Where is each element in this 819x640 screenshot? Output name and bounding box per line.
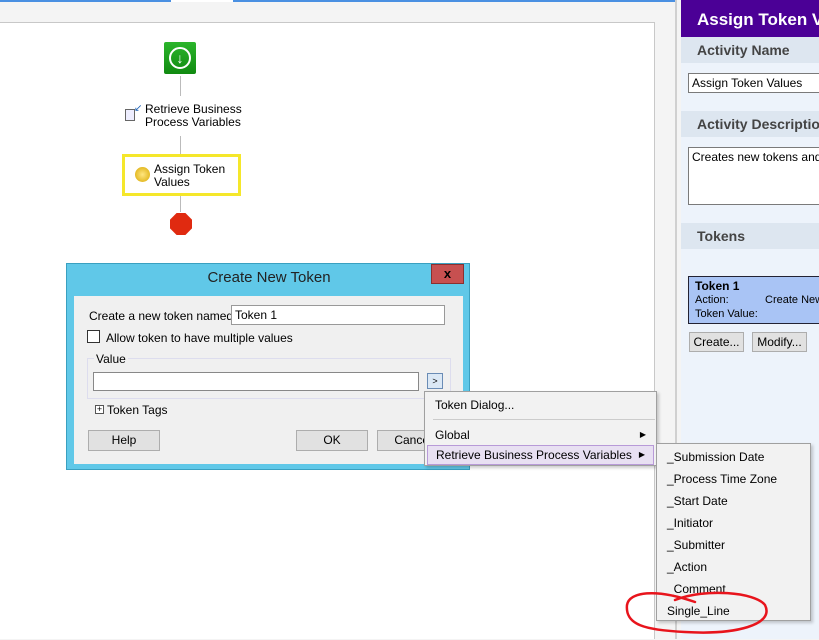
connector — [180, 136, 181, 154]
submenu-item[interactable]: _Submitter — [667, 538, 725, 552]
connector — [180, 76, 181, 96]
ok-button[interactable]: OK — [296, 430, 368, 451]
activity-description-input[interactable]: Creates new tokens and updates existing … — [688, 147, 819, 205]
menu-item-retrieve-variables[interactable]: Retrieve Business Process Variables ▶ — [427, 445, 654, 465]
value-group-label: Value — [94, 352, 128, 366]
node-assign-label: Assign Token Values — [154, 162, 226, 189]
activity-name-input[interactable]: Assign Token Values — [688, 73, 819, 93]
tab-strip — [0, 0, 675, 2]
token-action-label: Action: — [695, 294, 729, 306]
token-list-item[interactable]: Token 1 Action: Create New Token Value: — [688, 276, 819, 324]
menu-item-retrieve-label: Retrieve Business Process Variables — [436, 448, 632, 462]
help-button[interactable]: Help — [88, 430, 160, 451]
close-button[interactable]: x — [431, 264, 464, 284]
arrow-in-icon: ↙ — [134, 103, 143, 114]
tokens-header: Tokens — [681, 223, 819, 249]
submenu-arrow-icon: ▶ — [639, 430, 646, 439]
create-token-button[interactable]: Create... — [689, 332, 744, 352]
dialog-body: Create a new token named: Token 1 Allow … — [74, 296, 463, 464]
node-retrieve-variables[interactable]: Retrieve Business Process Variables — [145, 103, 242, 129]
menu-item-global-label: Global — [435, 428, 470, 442]
dialog-title: Create New Token — [207, 269, 331, 286]
modify-token-button[interactable]: Modify... — [752, 332, 807, 352]
expand-plus-icon[interactable]: + — [95, 405, 104, 414]
token-name-label: Create a new token named: — [89, 309, 237, 323]
menu-divider — [433, 419, 655, 420]
token-action-value: Create New — [765, 294, 819, 306]
submenu-item[interactable]: _Action — [667, 560, 707, 574]
submenu-item[interactable]: _Process Time Zone — [667, 472, 777, 486]
red-annotation-circle — [625, 591, 768, 634]
start-node-icon[interactable]: ↓ — [164, 42, 196, 74]
token-name: Token 1 — [695, 279, 740, 293]
token-value-label: Token Value: — [695, 308, 758, 320]
token-tags-label[interactable]: Token Tags — [107, 403, 168, 417]
submenu-item[interactable]: _Start Date — [667, 494, 728, 508]
value-input[interactable] — [93, 372, 419, 391]
connector — [180, 196, 181, 212]
context-menu: Token Dialog... Global ▶ Retrieve Busines… — [424, 391, 657, 466]
create-new-token-dialog: Create New Token x Create a new token na… — [66, 263, 470, 470]
activity-description-header: Activity Description — [681, 111, 819, 137]
insert-token-button[interactable]: > — [427, 373, 443, 389]
multiple-values-label: Allow token to have multiple values — [106, 331, 293, 345]
menu-item-token-dialog[interactable]: Token Dialog... — [435, 398, 514, 412]
menu-item-global[interactable]: Global ▶ — [425, 425, 656, 445]
token-coin-icon — [135, 167, 150, 182]
panel-title: Assign Token Values — [681, 0, 819, 37]
activity-name-header: Activity Name — [681, 37, 819, 63]
stop-node-icon[interactable] — [170, 213, 192, 235]
token-name-input[interactable]: Token 1 — [231, 305, 445, 325]
multiple-values-checkbox[interactable] — [87, 330, 100, 343]
submenu-item[interactable]: _Initiator — [667, 516, 713, 530]
submenu-item[interactable]: _Submission Date — [667, 450, 764, 464]
submenu-arrow-icon: ▶ — [638, 450, 645, 459]
